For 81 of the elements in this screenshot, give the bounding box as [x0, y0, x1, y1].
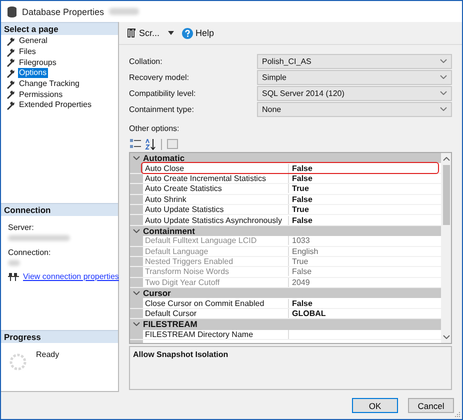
other-options-label: Other options:	[129, 124, 180, 135]
chevron-icon	[440, 107, 447, 111]
category-header[interactable]: Containment	[143, 226, 195, 236]
progress-status: Ready	[36, 349, 60, 361]
scroll-up-icon[interactable]	[442, 157, 450, 161]
property-name: Default Fulltext Language LCID	[143, 236, 289, 246]
scroll-down-icon[interactable]	[442, 335, 450, 339]
database-icon	[7, 6, 17, 18]
page-item[interactable]: Filegroups	[18, 58, 58, 68]
property-name: Transform Noise Words	[143, 267, 289, 276]
property-value: False	[291, 194, 312, 204]
property-name: Auto Update Statistics Asynchronously	[143, 216, 289, 225]
dropdown-field[interactable]: Simple	[257, 70, 452, 84]
category-header[interactable]: FILESTREAM	[143, 319, 198, 330]
page-item[interactable]: Change Tracking	[18, 79, 80, 90]
property-value: False	[291, 267, 312, 276]
property-value: English	[291, 246, 318, 256]
property-value: False	[291, 298, 312, 308]
description-title: Allow Snapshot Isolation	[133, 350, 230, 359]
dropdown-field[interactable]: Polish_CI_AS	[257, 54, 452, 68]
spinner-icon	[9, 353, 27, 371]
field-label: Compatibility level:	[129, 88, 197, 98]
categorized-icon[interactable]	[129, 138, 142, 150]
chevron-icon	[440, 59, 447, 63]
plug-icon	[8, 272, 19, 281]
category-header[interactable]: Cursor	[143, 288, 171, 298]
property-name: FILESTREAM Directory Name	[143, 330, 289, 339]
field-label: Containment type:	[129, 104, 195, 114]
field-label: Recovery model:	[129, 72, 190, 82]
page-item[interactable]: Options	[18, 68, 48, 78]
blurred-text	[8, 235, 70, 241]
property-value: False	[291, 164, 312, 173]
property-value: 2049	[291, 278, 310, 287]
property-value: GLOBAL	[291, 309, 326, 318]
property-value: True	[291, 205, 309, 214]
dropdown-field[interactable]: None	[257, 102, 452, 116]
sort-alphabetical-icon[interactable]	[144, 138, 157, 150]
dialog-button[interactable]: OK	[352, 398, 398, 413]
property-name: Default Cursor	[143, 309, 289, 318]
connection-link[interactable]: View connection properties	[23, 272, 119, 281]
expander-icon[interactable]	[130, 291, 143, 296]
connection-label: Connection:	[8, 248, 52, 257]
page-item[interactable]: Extended Properties	[18, 100, 92, 110]
script-icon	[126, 28, 136, 38]
section-header: Connection	[1, 203, 118, 216]
expander-icon[interactable]	[130, 322, 143, 326]
dialog-button[interactable]: Cancel	[408, 398, 454, 413]
property-name: Auto Close	[143, 164, 289, 173]
property-value: 1033	[291, 236, 310, 246]
section-header: Select a page	[1, 22, 118, 35]
section-header: Progress	[1, 330, 118, 343]
blurred-text	[8, 260, 20, 266]
help-icon	[182, 28, 193, 38]
chevron-icon	[440, 91, 447, 95]
dropdown-caret-icon	[168, 31, 174, 35]
script-button[interactable]: Scr...	[125, 27, 161, 39]
property-value: False	[291, 174, 312, 183]
category-header[interactable]: Automatic	[143, 153, 185, 164]
blurred-text	[109, 8, 140, 15]
property-name: Two Digit Year Cutoff	[143, 278, 289, 287]
window-title: Database Properties	[22, 6, 104, 16]
property-name: Auto Create Incremental Statistics	[143, 174, 289, 183]
property-name: Auto Update Statistics	[143, 205, 289, 214]
property-name: Auto Shrink	[143, 194, 289, 204]
property-name: Nested Triggers Enabled	[143, 257, 289, 266]
expander-icon[interactable]	[130, 228, 143, 233]
field-label: Collation:	[129, 56, 164, 66]
page-item[interactable]: Permissions	[18, 90, 64, 100]
page-item[interactable]: General	[18, 36, 48, 46]
property-value: True	[291, 257, 308, 266]
property-value: True	[291, 184, 309, 194]
help-button[interactable]: Help	[180, 26, 216, 40]
property-value: False	[291, 216, 312, 225]
page-item[interactable]: Files	[18, 47, 37, 58]
server-label: Server:	[8, 223, 35, 232]
property-name: Close Cursor on Commit Enabled	[143, 298, 289, 308]
property-name: Auto Create Statistics	[143, 184, 289, 194]
chevron-icon	[440, 75, 447, 79]
property-name: Default Language	[143, 246, 289, 256]
dropdown-field[interactable]: SQL Server 2014 (120)	[257, 86, 452, 100]
expander-icon[interactable]	[130, 156, 143, 160]
